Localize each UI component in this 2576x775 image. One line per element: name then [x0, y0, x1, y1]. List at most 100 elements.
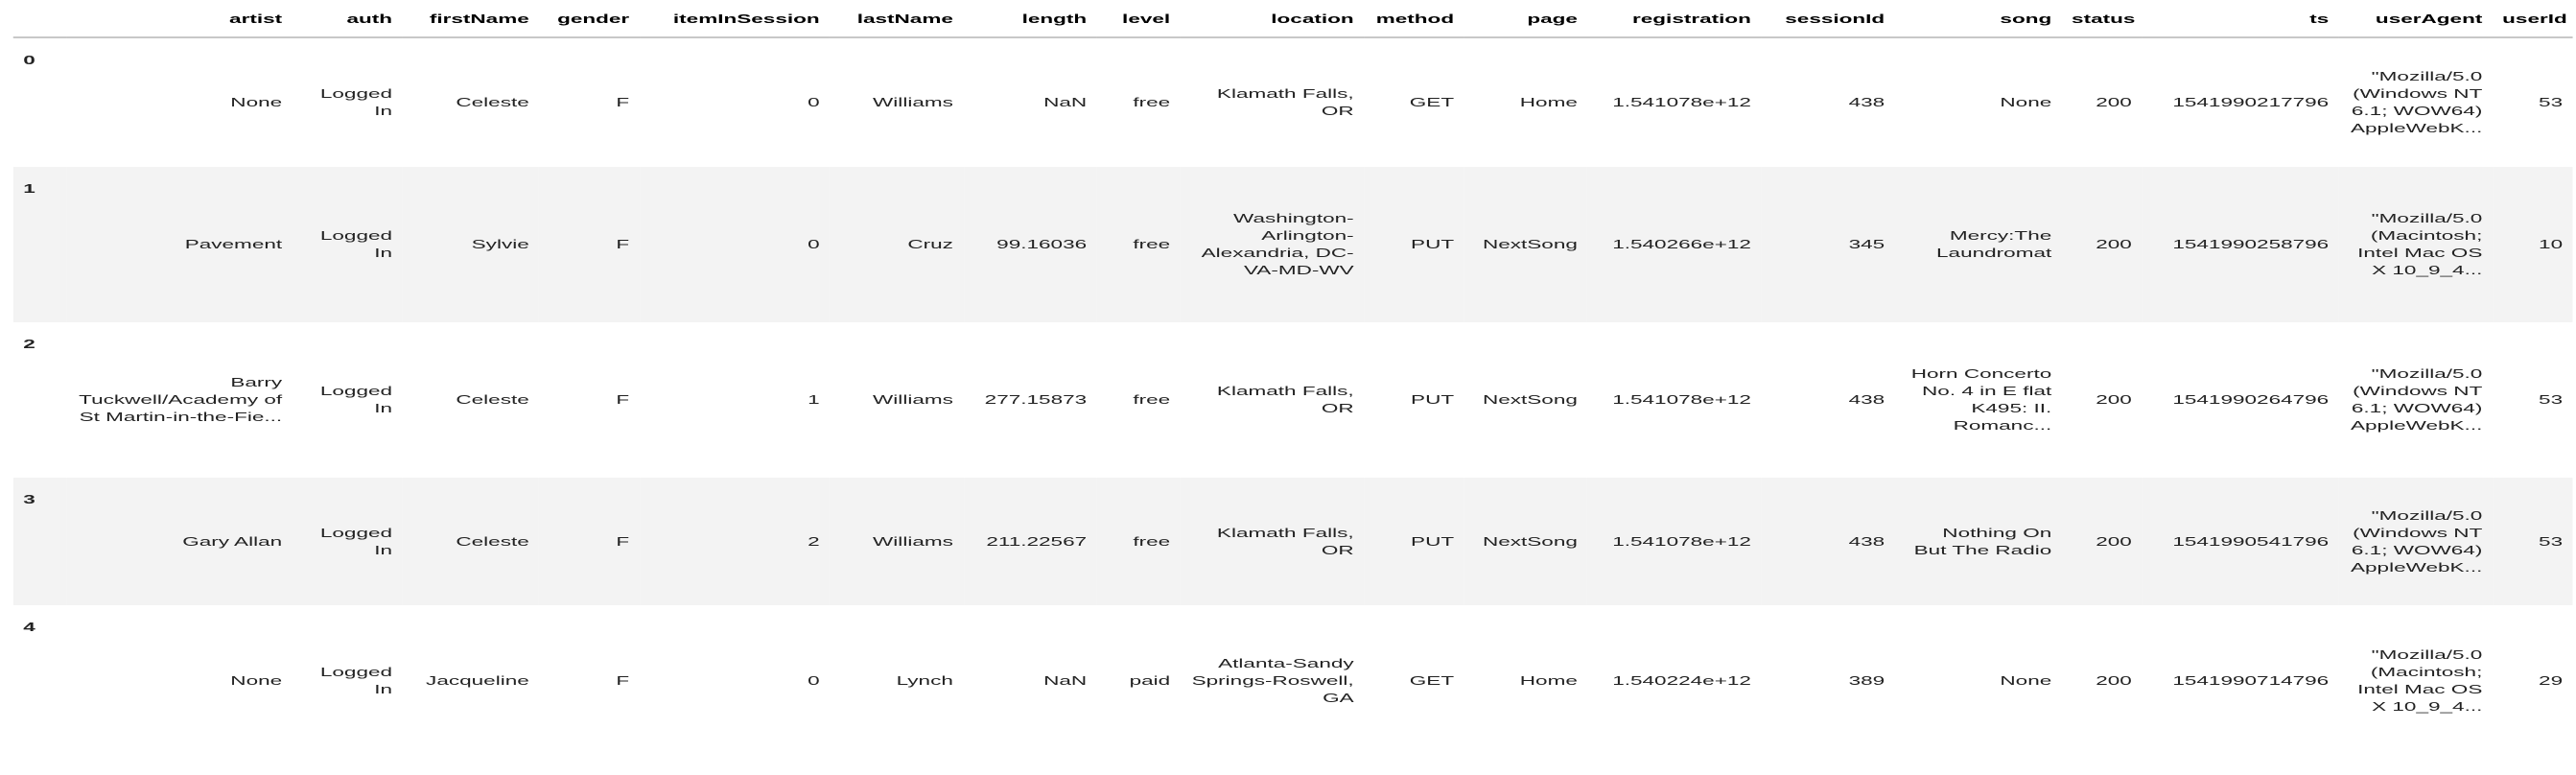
cell-artist: Barry Tuckwell/Academy of St Martin-in-t…: [79, 375, 283, 424]
cell-lastname: Williams: [873, 95, 953, 109]
column-header-firstname: firstName: [402, 0, 540, 38]
cell-ts: 1541990258796: [2172, 237, 2330, 251]
column-header-lastname: lastName: [830, 0, 964, 38]
cell-registration: 1.541078e+12: [1612, 95, 1751, 109]
cell-useragent: "Mozilla/5.0 (Windows NT 6.1; WOW64) App…: [2350, 507, 2483, 575]
cell-location: Atlanta-Sandy Springs-Roswell, GA: [1191, 656, 1354, 705]
cell-registration: 1.541078e+12: [1612, 533, 1751, 549]
cell-lastname: Lynch: [896, 673, 953, 688]
column-header-level: level: [1096, 0, 1181, 38]
column-header-length: length: [963, 0, 1097, 38]
cell-level: paid: [1129, 673, 1171, 688]
cell-auth: Logged In: [319, 525, 393, 557]
cell-auth: Logged In: [319, 665, 393, 696]
cell-location: Washington-Arlington-Alexandria, DC-VA-M…: [1201, 211, 1354, 277]
cell-status: 200: [2096, 95, 2132, 109]
cell-length: NaN: [1043, 673, 1088, 688]
column-header-ts: ts: [2142, 0, 2339, 38]
cell-song: None: [2000, 673, 2052, 688]
cell-song: Mercy:The Laundromat: [1936, 228, 2052, 260]
cell-level: free: [1133, 95, 1171, 109]
column-header-registration: registration: [1587, 0, 1762, 38]
cell-auth: Logged In: [319, 228, 393, 260]
cell-registration: 1.540266e+12: [1612, 237, 1751, 251]
cell-firstname: Celeste: [456, 392, 529, 407]
cell-length: 277.15873: [984, 392, 1088, 407]
cell-useragent: "Mozilla/5.0 (Macintosh; Intel Mac OS X …: [2357, 647, 2483, 714]
cell-userid: 53: [2539, 95, 2564, 109]
cell-length: 99.16036: [996, 237, 1088, 251]
cell-lastname: Williams: [873, 533, 953, 549]
cell-page: NextSong: [1482, 392, 1578, 407]
cell-auth: Logged In: [319, 86, 393, 118]
column-header-sessionid: sessionId: [1761, 0, 1895, 38]
cell-gender: F: [616, 533, 630, 549]
column-header-gender: gender: [539, 0, 640, 38]
cell-ts: 1541990217796: [2172, 95, 2330, 109]
row-index: 3: [23, 492, 35, 506]
cell-sessionid: 438: [1848, 392, 1885, 407]
cell-registration: 1.540224e+12: [1612, 673, 1751, 688]
row-index: 0: [23, 53, 35, 67]
cell-ts: 1541990541796: [2172, 533, 2330, 549]
column-header-status: status: [2061, 0, 2143, 38]
cell-artist: Gary Allan: [182, 533, 283, 549]
cell-useragent: "Mozilla/5.0 (Windows NT 6.1; WOW64) App…: [2350, 366, 2483, 433]
cell-method: PUT: [1411, 392, 1455, 407]
column-header-location: location: [1180, 0, 1365, 38]
row-index: 2: [23, 337, 35, 351]
cell-gender: F: [616, 673, 630, 688]
cell-method: PUT: [1411, 533, 1455, 549]
cell-useragent: "Mozilla/5.0 (Macintosh; Intel Mac OS X …: [2357, 211, 2483, 277]
cell-firstname: Celeste: [456, 95, 529, 109]
cell-userid: 53: [2539, 533, 2564, 549]
cell-ts: 1541990264796: [2172, 392, 2330, 407]
header-row: artist auth firstName gender itemInSessi…: [12, 0, 2573, 38]
cell-artist: Pavement: [184, 237, 283, 251]
cell-length: 211.22567: [986, 533, 1088, 549]
row-index: 1: [23, 181, 35, 196]
cell-firstname: Sylvie: [471, 237, 529, 251]
cell-gender: F: [616, 392, 630, 407]
cell-length: NaN: [1043, 95, 1088, 109]
cell-iteminsession: 2: [808, 533, 820, 549]
cell-ts: 1541990714796: [2172, 673, 2330, 688]
cell-sessionid: 389: [1848, 673, 1885, 688]
cell-iteminsession: 0: [808, 237, 820, 251]
column-header-iteminsession: itemInSession: [639, 0, 831, 38]
cell-level: free: [1133, 392, 1171, 407]
cell-gender: F: [616, 95, 630, 109]
cell-method: GET: [1409, 95, 1455, 109]
cell-song: Horn Concerto No. 4 in E flat K495: II. …: [1910, 366, 2052, 433]
cell-method: GET: [1409, 673, 1455, 688]
cell-firstname: Jacqueline: [426, 673, 529, 688]
cell-artist: None: [230, 95, 283, 109]
cell-status: 200: [2096, 533, 2132, 549]
cell-firstname: Celeste: [456, 533, 529, 549]
cell-status: 200: [2096, 392, 2132, 407]
table-row: 3 Gary Allan Logged In Celeste F 2 Willi…: [12, 478, 2573, 605]
cell-sessionid: 345: [1848, 237, 1885, 251]
table-row: 0 None Logged In Celeste F 0 Williams Na…: [12, 37, 2573, 167]
table-row: 4 None Logged In Jacqueline F 0 Lynch Na…: [12, 605, 2573, 757]
column-header-artist: artist: [66, 0, 293, 38]
cell-iteminsession: 0: [808, 95, 820, 109]
cell-level: free: [1133, 237, 1171, 251]
cell-auth: Logged In: [319, 384, 393, 415]
cell-page: NextSong: [1482, 237, 1578, 251]
cell-song: Nothing On But The Radio: [1913, 525, 2052, 557]
column-header-page: page: [1464, 0, 1588, 38]
cell-location: Klamath Falls, OR: [1216, 86, 1354, 118]
column-header-auth: auth: [292, 0, 403, 38]
cell-gender: F: [616, 237, 630, 251]
cell-sessionid: 438: [1848, 533, 1885, 549]
cell-iteminsession: 1: [808, 392, 820, 407]
column-header-userid: userId: [2492, 0, 2573, 38]
cell-lastname: Cruz: [907, 237, 953, 251]
cell-page: NextSong: [1482, 533, 1578, 549]
cell-page: Home: [1519, 95, 1578, 109]
cell-artist: None: [230, 673, 283, 688]
cell-level: free: [1133, 533, 1171, 549]
dataframe-table: artist auth firstName gender itemInSessi…: [12, 0, 2573, 757]
column-header-song: song: [1894, 0, 2062, 38]
